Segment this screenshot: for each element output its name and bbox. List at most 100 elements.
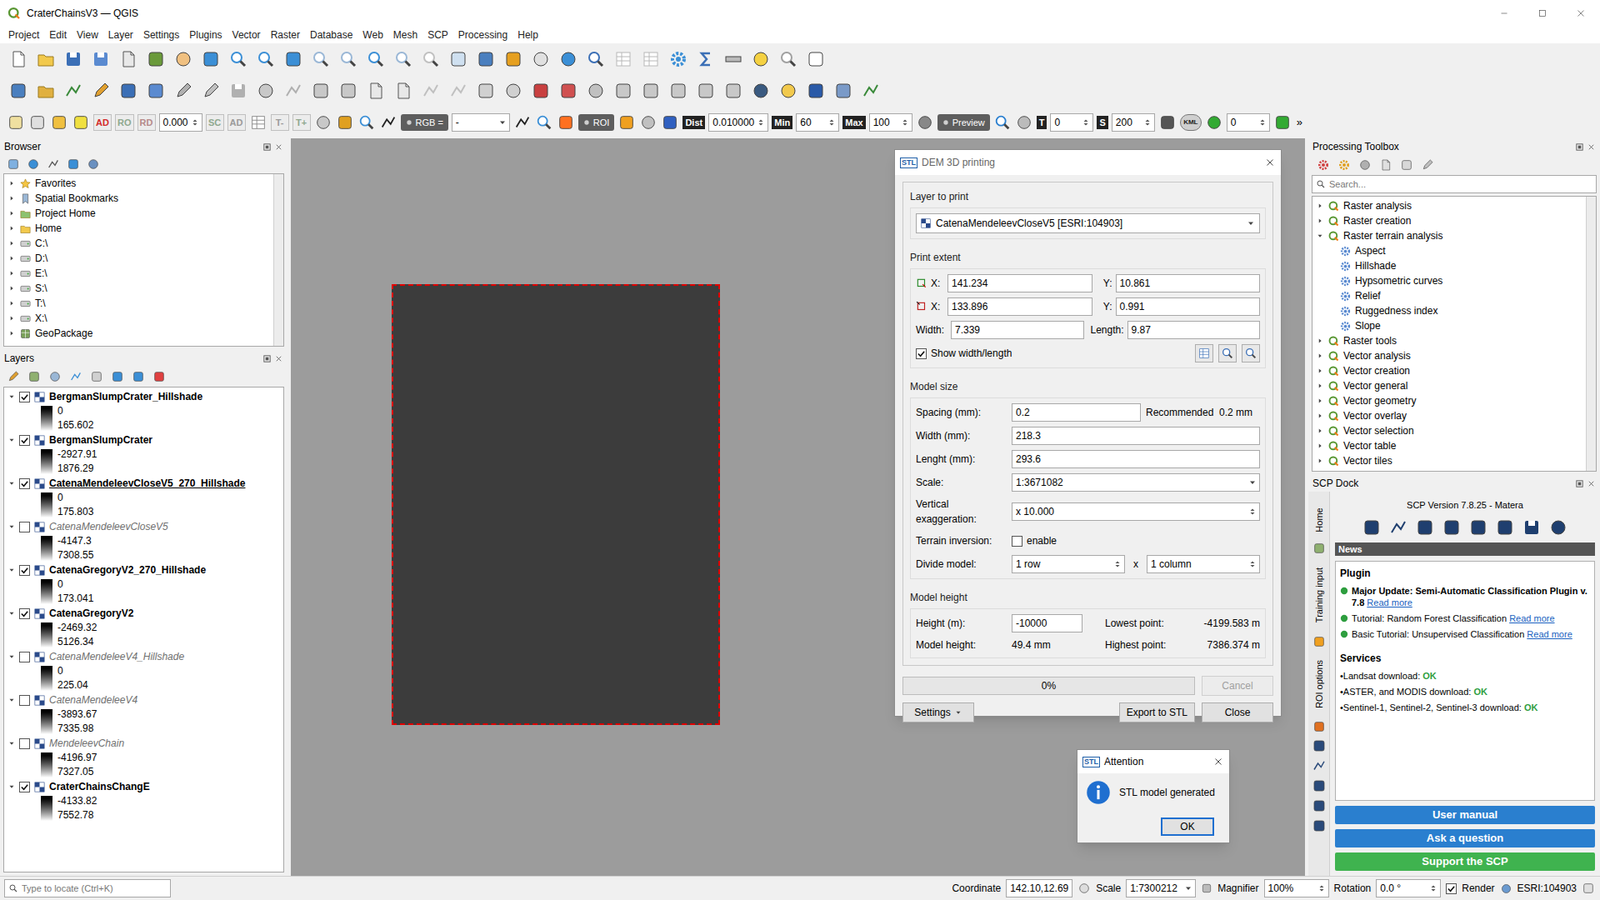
toolbar-button-icon[interactable] bbox=[750, 49, 771, 70]
scp-button[interactable]: Support the SCP bbox=[1335, 852, 1595, 871]
read-more-link[interactable]: Read more bbox=[1526, 629, 1572, 640]
toolbar-spinbox[interactable]: 0.010000 bbox=[708, 113, 769, 132]
toolbar-button-icon[interactable] bbox=[530, 49, 551, 70]
spin-arrows-icon[interactable] bbox=[1247, 506, 1258, 517]
panel-tool-icon[interactable] bbox=[69, 370, 83, 384]
tab-icon[interactable] bbox=[1312, 720, 1326, 734]
close-icon[interactable] bbox=[274, 142, 284, 152]
toolbar-button-icon[interactable] bbox=[28, 113, 47, 132]
toolbar-button-icon[interactable] bbox=[915, 113, 935, 132]
toolbar-button-icon[interactable] bbox=[310, 80, 331, 101]
toolbox-item[interactable]: Hillshade bbox=[1312, 258, 1586, 274]
layer-item[interactable]: BergmanSlumpCrater-2927.911876.29 bbox=[4, 432, 284, 476]
toolbar-button-icon[interactable] bbox=[475, 49, 496, 70]
collapse-arrow-icon[interactable] bbox=[7, 522, 16, 531]
scp-tool-icon[interactable] bbox=[1388, 517, 1409, 538]
collapse-arrow-icon[interactable] bbox=[7, 695, 16, 705]
spin-arrows-icon[interactable] bbox=[1257, 117, 1268, 128]
settings-button[interactable]: Settings bbox=[902, 702, 975, 723]
panel-tool-icon[interactable] bbox=[152, 370, 166, 384]
layer-name[interactable]: CatenaMendeleeV4 bbox=[49, 692, 138, 708]
toolbar-button-icon[interactable] bbox=[249, 113, 268, 132]
maximize-icon[interactable] bbox=[1536, 7, 1549, 20]
toolbar-button-icon[interactable] bbox=[50, 113, 69, 132]
toolbar-button-icon[interactable] bbox=[8, 80, 29, 101]
spin-arrows-icon[interactable] bbox=[1112, 559, 1123, 570]
menu-item[interactable]: Project bbox=[3, 27, 45, 43]
toolbox-item[interactable]: Vector analysis bbox=[1312, 348, 1586, 364]
collapse-arrow-icon[interactable] bbox=[7, 479, 16, 488]
expand-arrow-icon[interactable] bbox=[1315, 411, 1325, 420]
panel-tool-icon[interactable] bbox=[86, 157, 100, 171]
vertical-tab[interactable]: Training input bbox=[1311, 560, 1327, 630]
toolbar-spinbox[interactable]: 0 bbox=[1226, 113, 1270, 132]
toolbar-button-icon[interactable] bbox=[513, 113, 532, 132]
toolbar-button-icon[interactable] bbox=[503, 80, 524, 101]
layer-item[interactable]: CatenaGregoryV2-2469.325126.34 bbox=[4, 605, 284, 650]
toolbox-item[interactable]: Raster analysis bbox=[1312, 198, 1586, 214]
spin-arrows-icon[interactable] bbox=[1080, 117, 1091, 128]
read-more-link[interactable]: Read more bbox=[1509, 613, 1555, 624]
scp-tool-icon[interactable] bbox=[1468, 517, 1489, 538]
exaggeration-spinbox[interactable]: x 10.000 bbox=[1011, 502, 1260, 521]
coordinate-field[interactable]: 142.10,12.69 bbox=[1005, 879, 1073, 898]
toolbar-button-icon[interactable] bbox=[558, 49, 579, 70]
expand-arrow-icon[interactable] bbox=[7, 269, 16, 278]
toolbar-overflow[interactable]: » bbox=[1295, 114, 1305, 131]
toolbar-button-icon[interactable] bbox=[695, 49, 716, 70]
collapse-arrow-icon[interactable] bbox=[7, 435, 16, 445]
tab-icon[interactable] bbox=[1312, 541, 1326, 555]
checkbox[interactable] bbox=[19, 651, 30, 663]
layer-name[interactable]: CatenaMendeleevCloseV5 bbox=[49, 519, 169, 535]
browser-item[interactable]: C:\ bbox=[4, 235, 274, 251]
toolbar-button-icon[interactable] bbox=[585, 49, 606, 70]
checkbox[interactable] bbox=[1011, 535, 1023, 547]
toolbar-button-icon[interactable] bbox=[475, 80, 496, 101]
panel-tool-icon[interactable] bbox=[1400, 158, 1414, 172]
toolbar-button-icon[interactable] bbox=[617, 113, 636, 132]
toolbar-toggle[interactable]: Preview bbox=[937, 114, 990, 131]
scp-tool-icon[interactable] bbox=[1311, 818, 1327, 834]
layer-row[interactable]: CraterChainsChangE bbox=[4, 779, 284, 795]
close-button[interactable]: Close bbox=[1201, 702, 1274, 723]
browser-item[interactable]: GeoPackage bbox=[4, 325, 274, 341]
toolbar-button-icon[interactable] bbox=[640, 49, 661, 70]
panel-tool-icon[interactable] bbox=[90, 370, 104, 384]
panel-tool-icon[interactable] bbox=[131, 370, 145, 384]
size-field[interactable]: 218.3 bbox=[1011, 426, 1260, 445]
toolbar-button-icon[interactable] bbox=[805, 80, 826, 101]
expand-arrow-icon[interactable] bbox=[7, 254, 16, 263]
toolbar-button-icon[interactable] bbox=[357, 113, 376, 132]
minimize-icon[interactable] bbox=[1498, 7, 1510, 20]
toolbar-button-icon[interactable] bbox=[668, 80, 689, 101]
toolbar-button-icon[interactable] bbox=[805, 49, 826, 70]
menu-item[interactable]: View bbox=[71, 27, 104, 43]
extent-length-field[interactable]: 9.87 bbox=[1127, 320, 1261, 340]
toolbox-item[interactable]: Vector selection bbox=[1312, 423, 1586, 439]
toolbar-button-icon[interactable] bbox=[833, 80, 854, 101]
toolbar-button-icon[interactable] bbox=[35, 80, 56, 101]
menu-item[interactable]: Processing bbox=[453, 27, 513, 43]
toolbar-button-icon[interactable] bbox=[558, 80, 579, 101]
checkbox[interactable] bbox=[19, 478, 30, 490]
expand-arrow-icon[interactable] bbox=[1315, 366, 1325, 375]
layer-item[interactable]: CatenaMendeleevCloseV5-4147.37308.55 bbox=[4, 519, 284, 563]
layer-row[interactable]: CatenaMendeleevCloseV5 bbox=[4, 519, 284, 535]
extent-tool-button[interactable] bbox=[1218, 344, 1237, 363]
toolbar-button-icon[interactable] bbox=[556, 113, 575, 132]
size-field[interactable]: 293.6 bbox=[1011, 450, 1260, 469]
toolbox-item[interactable]: Aspect bbox=[1312, 243, 1586, 259]
toolbar-button-icon[interactable] bbox=[335, 113, 355, 132]
toolbar-tag-button[interactable]: RO bbox=[115, 114, 135, 131]
checkbox-label[interactable]: enable bbox=[1026, 533, 1057, 549]
toolbar-button-icon[interactable] bbox=[255, 49, 276, 70]
toolbar-tag-button[interactable]: AD bbox=[227, 114, 246, 131]
layer-item[interactable]: CatenaMendeleeV4_Hillshade0225.04 bbox=[4, 649, 284, 693]
layer-row[interactable]: BergmanSlumpCrater bbox=[4, 432, 284, 448]
toolbar-button-icon[interactable] bbox=[63, 80, 84, 101]
messages-icon[interactable] bbox=[1581, 881, 1595, 895]
expand-arrow-icon[interactable] bbox=[1315, 441, 1325, 450]
toolbar-button-icon[interactable] bbox=[338, 80, 359, 101]
toolbox-item[interactable]: Raster creation bbox=[1312, 213, 1586, 229]
toolbar-button-icon[interactable] bbox=[695, 80, 716, 101]
